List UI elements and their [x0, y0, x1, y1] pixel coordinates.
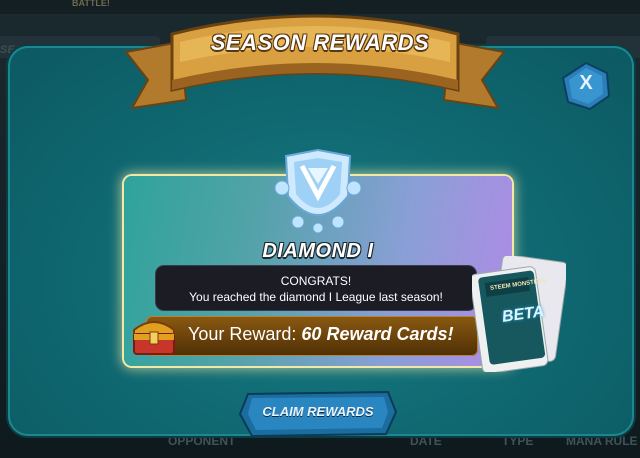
claim-rewards-button[interactable]: CLAIM REWARDS	[238, 388, 398, 438]
column-opponent: OPPONENT	[168, 434, 236, 448]
reward-label: Your Reward: 60 Reward Cards!	[188, 324, 453, 345]
congrats-title: CONGRATS!	[280, 274, 352, 288]
league-name: DIAMOND I	[262, 240, 374, 262]
close-button[interactable]: X	[560, 60, 612, 112]
treasure-chest-icon	[133, 321, 175, 355]
claim-label: CLAIM REWARDS	[262, 404, 374, 419]
close-label: X	[579, 72, 593, 94]
reward-value: 60 Reward Cards!	[301, 324, 454, 344]
diamond-league-badge-icon	[274, 148, 362, 234]
modal-title: SEASON REWARDS	[210, 30, 430, 55]
congrats-text: You reached the diamond I League last se…	[189, 290, 443, 304]
reward-prefix: Your Reward:	[188, 324, 297, 344]
reward-bar: Your Reward: 60 Reward Cards!	[146, 316, 478, 356]
column-date: DATE	[410, 434, 442, 448]
column-mana-rule: MANA RULE	[566, 434, 638, 448]
column-type: TYPE	[502, 434, 534, 448]
congrats-message: CONGRATS! You reached the diamond I Leag…	[156, 266, 476, 310]
ribbon-banner	[124, 14, 506, 110]
background-battle-button: BATTLE!	[72, 0, 110, 8]
